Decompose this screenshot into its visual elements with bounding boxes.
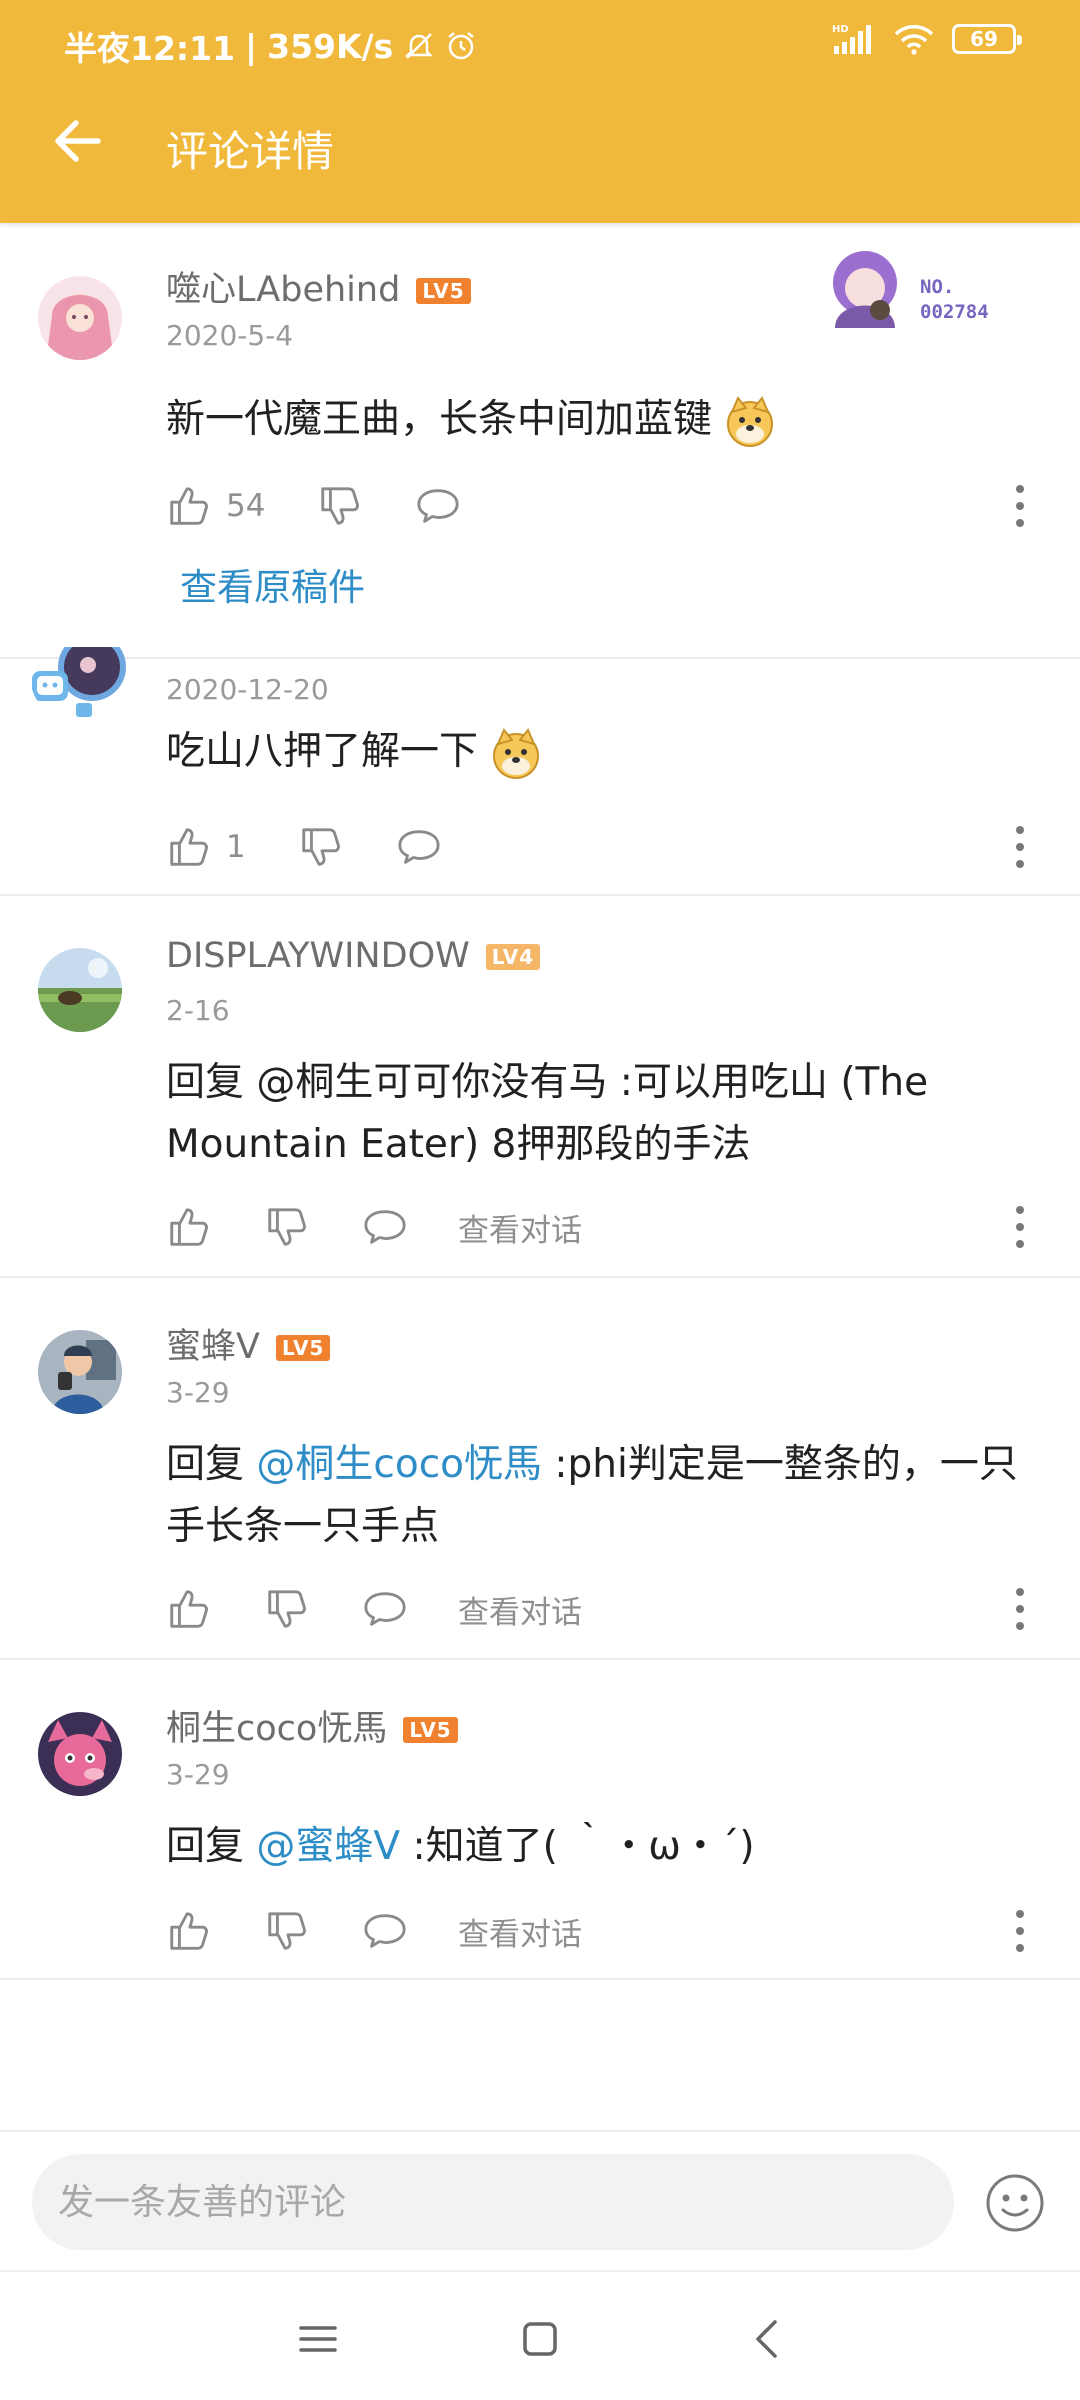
more-options-icon[interactable] <box>1008 1202 1032 1252</box>
comment-input[interactable] <box>32 2154 954 2250</box>
like-icon[interactable] <box>166 1908 212 1954</box>
comment-item: 蜜蜂V LV5 3-29 回复 @桐生coco怃馬 :phi判定是一整条的，一只手… <box>0 1278 1080 1660</box>
reply-icon[interactable] <box>415 483 461 529</box>
comment-actions: 1 <box>166 822 442 872</box>
reply-icon[interactable] <box>362 1586 408 1632</box>
comment-text: 回复 @蜜蜂V :知道了( ｀・ω・´) <box>166 1816 1046 1878</box>
like-icon[interactable] <box>166 483 212 529</box>
home-icon[interactable] <box>515 2314 565 2364</box>
username-text[interactable]: DISPLAYWINDOW <box>166 936 470 976</box>
fan-badge: NO. 002784 <box>833 251 989 328</box>
reply-icon[interactable] <box>362 1908 408 1954</box>
comment-date: 2020-12-20 <box>166 673 329 706</box>
comment-item: DISPLAYWINDOW LV4 2-16 回复 @桐生可可你没有马 :可以用吃… <box>0 896 1080 1278</box>
more-options-icon[interactable] <box>1008 1584 1032 1634</box>
view-dialog-link[interactable]: 查看对话 <box>458 1205 582 1250</box>
back-icon[interactable] <box>743 2314 793 2364</box>
comment-text: 新一代魔王曲，长条中间加蓝键 <box>166 389 1046 451</box>
level-badge: LV5 <box>403 1717 458 1743</box>
comment-actions: 54 <box>166 481 461 531</box>
reply-prefix: 回复 <box>166 1442 257 1487</box>
status-divider: | <box>245 26 258 66</box>
status-right: HD 69 <box>832 22 1022 56</box>
more-options-icon[interactable] <box>1008 481 1032 531</box>
badge-number: 002784 <box>920 301 989 323</box>
view-dialog-link[interactable]: 查看对话 <box>458 1909 582 1954</box>
comment-item: 桐生coco怃馬 LV5 3-29 回复 @蜜蜂V :知道了( ｀・ω・´) 查看… <box>0 1660 1080 1980</box>
reply-icon[interactable] <box>362 1204 408 1250</box>
like-count: 1 <box>226 829 246 865</box>
comment-text-body: 吃山八押了解一下 <box>166 729 479 774</box>
reply-prefix: 回复 <box>166 1824 257 1869</box>
dislike-icon[interactable] <box>264 1908 310 1954</box>
username-text[interactable]: 噬心LAbehind <box>166 270 400 310</box>
like-icon[interactable] <box>166 1586 212 1632</box>
mute-bell-icon <box>405 33 434 59</box>
badge-no-label: NO. <box>920 276 954 298</box>
reply-icon[interactable] <box>396 824 442 870</box>
avatar[interactable] <box>38 1712 122 1796</box>
more-options-icon[interactable] <box>1008 1906 1032 1956</box>
comment-text: 吃山八押了解一下 <box>166 721 1046 783</box>
comment-item: 2020-12-20 吃山八押了解一下 1 <box>0 647 1080 896</box>
avatar[interactable] <box>38 276 122 360</box>
comment-actions: 查看对话 <box>166 1202 582 1252</box>
username[interactable]: DISPLAYWINDOW LV4 <box>166 936 541 976</box>
view-dialog-link[interactable]: 查看对话 <box>458 1587 582 1632</box>
comment-date: 2020-5-4 <box>166 319 294 352</box>
dislike-icon[interactable] <box>317 483 363 529</box>
emoji-icon[interactable] <box>984 2172 1046 2234</box>
username-text[interactable]: 蜜蜂V <box>166 1327 260 1367</box>
comment-date: 3-29 <box>166 1758 230 1791</box>
avatar[interactable] <box>38 1330 122 1414</box>
comment-date: 2-16 <box>166 994 230 1027</box>
status-bar: 半夜12:11 | 359K/s HD 69 <box>0 0 1080 84</box>
level-badge: LV4 <box>485 944 541 970</box>
comment-date: 3-29 <box>166 1376 230 1409</box>
like-icon[interactable] <box>166 1204 212 1250</box>
back-arrow-icon[interactable] <box>48 112 106 170</box>
more-options-icon[interactable] <box>1008 822 1032 872</box>
system-nav-bar <box>0 2270 1080 2400</box>
comment-text-body: :知道了( ｀・ω・´) <box>400 1824 755 1869</box>
comment-item: 噬心LAbehind LV5 2020-5-4 NO. 002784 新一代魔王曲… <box>0 223 1080 659</box>
view-original-link[interactable]: 查看原稿件 <box>180 557 365 611</box>
dislike-icon[interactable] <box>298 824 344 870</box>
comment-input-bar <box>0 2130 1080 2270</box>
mention-link[interactable]: @蜜蜂V <box>256 1824 400 1869</box>
avatar[interactable] <box>30 647 134 725</box>
page-title: 评论详情 <box>166 127 335 176</box>
signal-icon: HD <box>832 24 871 54</box>
dislike-icon[interactable] <box>264 1204 310 1250</box>
menu-icon[interactable] <box>293 2314 343 2364</box>
status-speed: 359K/s <box>267 26 394 66</box>
battery-indicator: 69 <box>952 24 1022 54</box>
app-header: 半夜12:11 | 359K/s HD 69 评论详情 <box>0 0 1080 223</box>
status-time: 半夜12:11 <box>64 29 236 68</box>
username-text[interactable]: 桐生coco怃馬 <box>166 1709 387 1749</box>
doge-emoji-icon <box>490 728 542 780</box>
like-count: 54 <box>226 488 266 524</box>
avatar[interactable] <box>38 948 122 1032</box>
comment-text: 回复 @桐生coco怃馬 :phi判定是一整条的，一只手长条一只手点 <box>166 1434 1046 1558</box>
username[interactable]: 桐生coco怃馬 LV5 <box>166 1700 458 1751</box>
status-left: 半夜12:11 | 359K/s <box>64 22 477 70</box>
comment-actions: 查看对话 <box>166 1906 582 1956</box>
wifi-icon <box>894 25 934 55</box>
comment-actions: 查看对话 <box>166 1584 582 1634</box>
network-type: HD <box>832 24 849 35</box>
level-badge: LV5 <box>275 1335 331 1361</box>
comment-text-body: 新一代魔王曲，长条中间加蓝键 <box>166 397 713 442</box>
doge-emoji-icon <box>724 396 776 448</box>
like-icon[interactable] <box>166 824 212 870</box>
dislike-icon[interactable] <box>264 1586 310 1632</box>
level-badge: LV5 <box>416 278 471 304</box>
mention-link[interactable]: @桐生coco怃馬 <box>256 1442 542 1487</box>
username[interactable]: 噬心LAbehind LV5 <box>166 261 471 312</box>
username[interactable]: 蜜蜂V LV5 <box>166 1318 331 1369</box>
alarm-icon <box>448 32 475 60</box>
comment-text: 回复 @桐生可可你没有马 :可以用吃山 (The Mountain Eater)… <box>166 1060 929 1167</box>
